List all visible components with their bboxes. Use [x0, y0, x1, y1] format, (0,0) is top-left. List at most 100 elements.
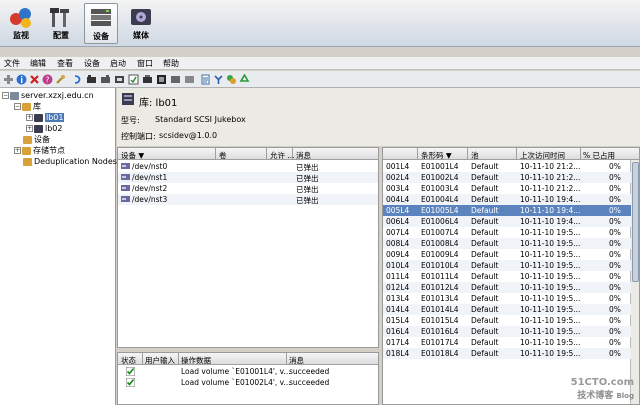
devices-folder-icon	[23, 135, 32, 144]
col-last-access[interactable]: 上次访问时间	[520, 150, 565, 161]
menu-device[interactable]: 设备	[84, 58, 100, 69]
drive-icon-3[interactable]	[170, 74, 181, 85]
slot-cell: 003L4	[386, 184, 410, 193]
nav-monitor-button[interactable]: 监视	[4, 3, 38, 44]
recycle-icon[interactable]	[239, 74, 250, 85]
drive-icon-4[interactable]	[184, 74, 195, 85]
col-pool[interactable]: 池	[471, 150, 479, 161]
expand-icon[interactable]: +	[26, 114, 33, 121]
col-barcode[interactable]: 条形码 ▼	[421, 150, 452, 161]
tape-drive-icon-1[interactable]	[86, 74, 97, 85]
slots-header: 条形码 ▼ 池 上次访问时间 % 已占用	[383, 148, 639, 161]
menu-window[interactable]: 窗口	[137, 58, 153, 69]
used-percent-cell: 0%	[609, 305, 621, 314]
drive-name-cell: /dev/nst0	[132, 162, 168, 171]
table-row[interactable]: 016L4 E01016L4 Default 10-11-10 19:5... 0%	[383, 326, 631, 337]
col-op-data[interactable]: 操作数据	[181, 355, 211, 366]
table-row[interactable]: 014L4 E01014L4 Default 10-11-10 19:5... 0%	[383, 304, 631, 315]
menu-edit[interactable]: 编辑	[30, 58, 46, 69]
last-access-cell: 10-11-10 19:5...	[520, 239, 581, 248]
report-icon[interactable]	[200, 74, 211, 85]
status-header: 状态 用户输入 操作数据 消息	[118, 353, 378, 366]
nav-configure-button[interactable]: 配置	[44, 3, 78, 44]
nav-device-button[interactable]: 设备	[84, 3, 118, 44]
label-icon[interactable]	[156, 74, 167, 85]
table-row[interactable]: Load volume `E01001L4', v... succeeded	[118, 366, 378, 377]
table-row[interactable]: 007L4 E01007L4 Default 10-11-10 19:5... 0%	[383, 227, 631, 238]
col-user-input[interactable]: 用户输入	[145, 355, 175, 366]
add-icon[interactable]	[3, 74, 14, 85]
network-icon[interactable]	[213, 74, 224, 85]
menu-start[interactable]: 启动	[110, 58, 126, 69]
tree-node-lb01[interactable]: + lb01	[26, 113, 65, 122]
nav-media-button[interactable]: 媒体	[124, 3, 158, 44]
expand-icon[interactable]: +	[14, 147, 21, 154]
col-status[interactable]: 状态	[121, 355, 136, 366]
table-row[interactable]: 005L4 E01005L4 Default 10-11-10 19:4... 0%	[383, 205, 631, 216]
filter-icon[interactable]	[226, 74, 237, 85]
tree-node-storage[interactable]: + 存储节点	[14, 146, 65, 155]
pool-cell: Default	[471, 162, 499, 171]
col-device[interactable]: 设备 ▼	[121, 150, 144, 161]
used-percent-cell: 0%	[609, 283, 621, 292]
table-row[interactable]: 011L4 E01011L4 Default 10-11-10 19:5... 0%	[383, 271, 631, 282]
port-label: 控制端口:	[121, 132, 156, 141]
table-row[interactable]: Load volume `E01002L4', v... succeeded	[118, 377, 378, 388]
last-access-cell: 10-11-10 19:5...	[520, 250, 581, 259]
menu-help[interactable]: 帮助	[163, 58, 179, 69]
table-row[interactable]: /dev/nst3 已弹出	[118, 194, 378, 205]
col-allow[interactable]: 允许 ...	[270, 150, 295, 161]
pool-cell: Default	[471, 272, 499, 281]
tree-node-server[interactable]: − server.xzxj.edu.cn	[2, 91, 94, 100]
table-row[interactable]: 004L4 E01004L4 Default 10-11-10 19:4... 0%	[383, 194, 631, 205]
info-icon[interactable]	[16, 74, 27, 85]
tape-drive-icon-2[interactable]	[100, 74, 111, 85]
inventory-icon[interactable]	[142, 74, 153, 85]
tree-node-dedup[interactable]: Deduplication Nodes	[14, 157, 117, 166]
col-status-msg[interactable]: 消息	[289, 355, 304, 366]
wrench-icon[interactable]	[55, 74, 66, 85]
model-value: Standard SCSI Jukebox	[155, 115, 246, 124]
menu-file[interactable]: 文件	[4, 58, 20, 69]
table-row[interactable]: 015L4 E01015L4 Default 10-11-10 19:5... 0%	[383, 315, 631, 326]
table-row[interactable]: 018L4 E01018L4 Default 10-11-10 19:5... 0%	[383, 348, 631, 359]
col-used[interactable]: % 已占用	[583, 150, 615, 161]
tree-node-lb02[interactable]: + lb02	[26, 124, 62, 133]
eject-icon[interactable]	[128, 74, 139, 85]
table-row[interactable]: /dev/nst0 已弹出	[118, 161, 378, 172]
table-row[interactable]: /dev/nst1 已弹出	[118, 172, 378, 183]
expand-icon[interactable]: +	[26, 125, 33, 132]
delete-icon[interactable]	[29, 74, 40, 85]
load-icon[interactable]	[114, 74, 125, 85]
menu-view[interactable]: 查看	[57, 58, 73, 69]
collapse-icon[interactable]: −	[14, 103, 21, 110]
last-access-cell: 10-11-10 21:2...	[520, 173, 581, 182]
slots-scrollbar[interactable]	[630, 160, 639, 404]
refresh-icon[interactable]	[72, 74, 83, 85]
scrollbar-thumb[interactable]	[632, 162, 639, 282]
table-row[interactable]: 006L4 E01006L4 Default 10-11-10 19:4... 0%	[383, 216, 631, 227]
col-volume[interactable]: 卷	[219, 150, 227, 161]
main-panel: 库: lb01 型号: Standard SCSI Jukebox 控制端口: …	[117, 88, 640, 405]
pool-cell: Default	[471, 327, 499, 336]
collapse-icon[interactable]: −	[2, 92, 9, 99]
tree-node-library[interactable]: − 库	[14, 102, 41, 111]
table-row[interactable]: 010L4 E01010L4 Default 10-11-10 19:5... 0%	[383, 260, 631, 271]
table-row[interactable]: 012L4 E01012L4 Default 10-11-10 19:5... 0%	[383, 282, 631, 293]
help-icon[interactable]: ?	[42, 74, 53, 85]
barcode-cell: E01013L4	[421, 294, 459, 303]
table-row[interactable]: 002L4 E01002L4 Default 10-11-10 21:2... 0%	[383, 172, 631, 183]
tree-node-devices[interactable]: 设备	[14, 135, 50, 144]
barcode-cell: E01015L4	[421, 316, 459, 325]
table-row[interactable]: 008L4 E01008L4 Default 10-11-10 19:5... 0%	[383, 238, 631, 249]
table-row[interactable]: /dev/nst2 已弹出	[118, 183, 378, 194]
configure-icon	[50, 8, 69, 27]
table-row[interactable]: 013L4 E01013L4 Default 10-11-10 19:5... 0%	[383, 293, 631, 304]
drive-message-cell: 已弹出	[296, 196, 319, 205]
table-row[interactable]: 003L4 E01003L4 Default 10-11-10 21:2... 0%	[383, 183, 631, 194]
last-access-cell: 10-11-10 19:5...	[520, 228, 581, 237]
table-row[interactable]: 009L4 E01009L4 Default 10-11-10 19:5... 0%	[383, 249, 631, 260]
table-row[interactable]: 017L4 E01017L4 Default 10-11-10 19:5... 0%	[383, 337, 631, 348]
table-row[interactable]: 001L4 E01001L4 Default 10-11-10 21:2... 0%	[383, 161, 631, 172]
col-message[interactable]: 消息	[296, 150, 311, 161]
